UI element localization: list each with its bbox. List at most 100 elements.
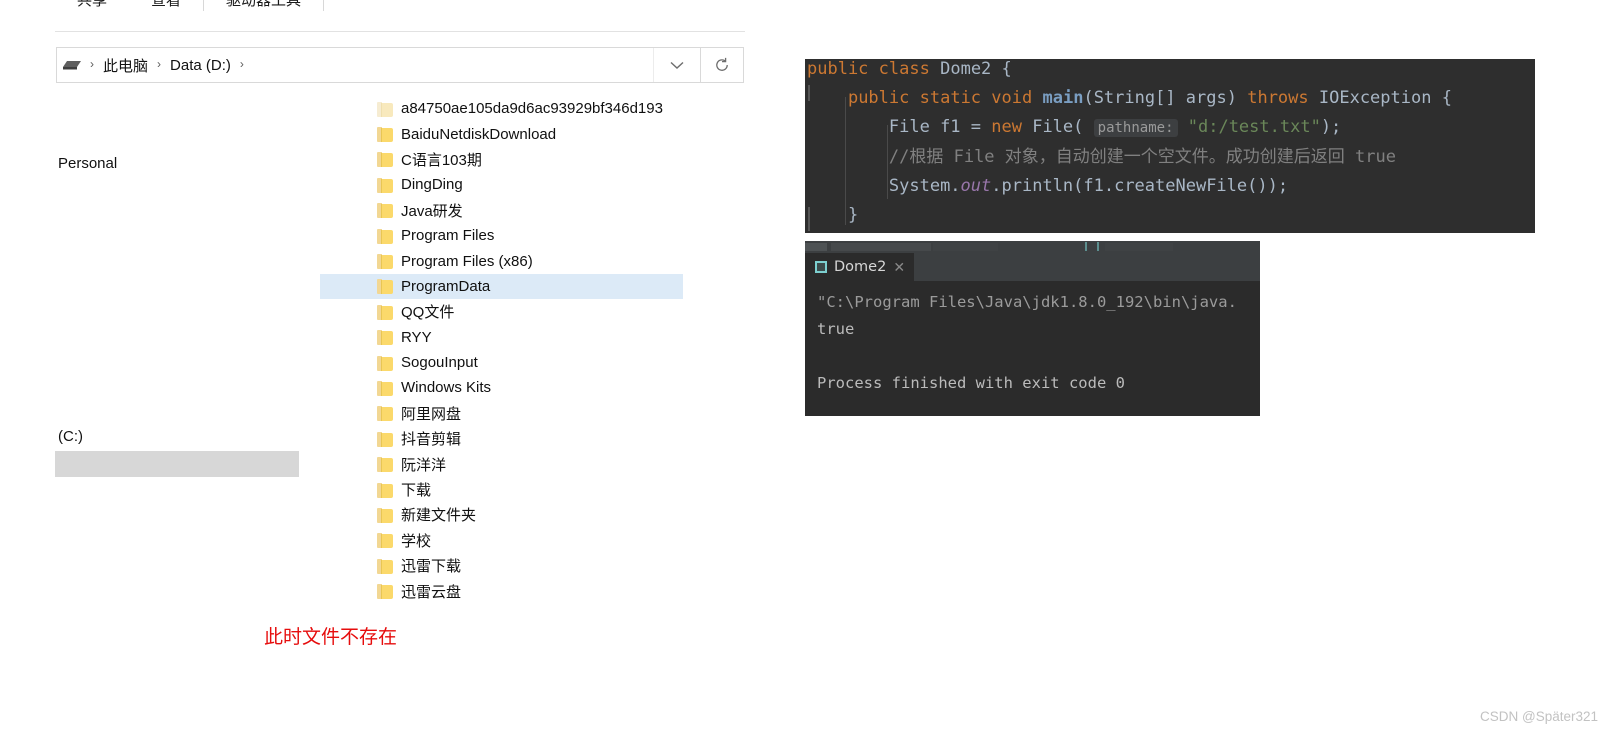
file-name: 新建文件夹 [401,507,477,525]
file-name: SogouInput [401,354,478,372]
file-list-item[interactable]: Program Files (x86) [320,248,740,273]
file-list-item[interactable]: RYY [320,325,740,350]
breadcrumb-item-data-d[interactable]: Data (D:) [166,57,235,74]
nav-item-selected-highlight[interactable] [55,451,299,477]
file-list-item[interactable]: 阿里网盘 [320,401,740,426]
folder-icon-pale [377,101,393,117]
file-list-item[interactable]: 抖音剪辑 [320,426,740,451]
code-string-path: "d:/test.txt" [1187,117,1321,137]
file-name: 迅雷云盘 [401,583,462,601]
file-list-item[interactable]: 迅雷下载 [320,553,740,578]
folder-icon [377,151,393,168]
folder-icon [377,583,393,600]
file-name: ProgramData [401,277,491,295]
file-name: Java研发 [401,202,463,220]
file-list-item[interactable]: Java研发 [320,198,740,223]
file-list-item[interactable]: 阮洋洋 [320,451,740,476]
console-tab-label: Dome2 [834,259,887,275]
nav-item-personal[interactable]: Personal [58,155,117,172]
code-kw-throws: throws [1247,88,1309,108]
file-list-item[interactable]: QQ文件 [320,299,740,324]
code-editor[interactable]: public class Dome2 { public static void … [805,59,1535,233]
file-list-item[interactable]: BaiduNetdiskDownload [320,121,740,146]
file-list[interactable]: a84750ae105da9d6ac93929bf346d193 BaiduNet… [320,96,740,604]
folder-icon [377,532,393,549]
nav-item-c-drive[interactable]: (C:) [58,428,83,445]
file-name: Program Files (x86) [401,252,533,270]
file-name: RYY [401,328,432,346]
address-bar[interactable]: › 此电脑 › Data (D:) › [56,47,744,83]
run-console-panel: Dome2 ✕ "C:\Program Files\Java\jdk1.8.0_… [805,241,1260,416]
code-brace-close: } [847,205,859,225]
code-field-out: out [960,176,992,196]
watermark: CSDN @Später321 [1479,709,1598,724]
code-comment: //根据 File 对象，自动创建一个空文件。成功创建后返回 true [888,147,1396,167]
file-list-item[interactable]: DingDing [320,172,740,197]
annotation-file-not-exist: 此时文件不存在 [264,626,398,648]
file-list-item[interactable]: C语言103期 [320,147,740,172]
refresh-icon[interactable] [700,48,743,82]
code-class-name: Dome2 [940,59,992,79]
file-name: a84750ae105da9d6ac93929bf346d193 [401,100,663,118]
ribbon-bottom-rule [55,31,745,32]
file-list-item[interactable]: 下载 [320,477,740,502]
file-name: 阮洋洋 [401,456,447,474]
console-tab-bar[interactable]: Dome2 ✕ [805,253,1260,281]
code-text: public class Dome2 { public static void … [805,59,1452,230]
file-list-item[interactable]: 新建文件夹 [320,502,740,527]
ribbon-tab-drive-tools[interactable]: 驱动器工具 [204,0,323,18]
breadcrumb-sep-1: › [157,57,162,71]
file-name: DingDing [401,176,463,194]
ribbon-tab-view[interactable]: 查看 [129,0,203,18]
code-kw-public-2: public [847,88,910,108]
close-icon[interactable]: ✕ [893,259,905,276]
code-exception-type: IOException { [1308,88,1452,108]
breadcrumb-item-this-pc[interactable]: 此电脑 [99,55,152,76]
folder-icon [377,228,393,244]
code-method-main: main [1042,88,1084,108]
code-file-ctor: File( [1021,117,1084,137]
file-list-item[interactable]: 学校 [320,528,740,553]
code-kw-class: class [878,59,930,79]
file-name: Program Files [401,227,495,245]
code-system-prefix: System. [888,176,961,196]
folder-icon [377,304,393,320]
file-name: Windows Kits [401,379,492,397]
code-kw-new: new [991,117,1022,137]
console-line-exit: Process finished with exit code 0 [817,374,1125,392]
file-list-item[interactable]: 迅雷云盘 [320,578,740,603]
ribbon-tab-bar: 共享 查看 驱动器工具 [55,0,745,31]
file-list-item[interactable]: ProgramData [320,273,683,300]
folder-icon [377,202,393,219]
folder-icon [377,380,393,396]
console-toolbar [805,241,1260,253]
folder-icon [377,431,393,447]
console-tab-dome2[interactable]: Dome2 ✕ [805,253,915,281]
folder-icon [377,405,393,422]
file-name: QQ文件 [401,304,455,322]
file-name: 下载 [401,482,432,500]
folder-icon [377,482,393,498]
breadcrumb[interactable]: › 此电脑 › Data (D:) › [87,55,653,76]
code-kw-static: static [919,88,982,108]
breadcrumb-sep-2: › [239,57,244,71]
file-name: BaiduNetdiskDownload [401,125,557,143]
ribbon-tab-share[interactable]: 共享 [55,0,129,18]
code-brace-open: { [1001,59,1012,79]
code-stmt-end: ); [1320,117,1342,137]
file-list-item[interactable]: Windows Kits [320,375,740,400]
console-line-true: true [817,320,855,338]
breadcrumb-sep-0: › [90,57,94,71]
file-list-item[interactable]: SogouInput [320,350,740,375]
folder-icon [377,329,393,346]
file-list-item[interactable]: a84750ae105da9d6ac93929bf346d193 [320,96,740,121]
file-explorer-window: 共享 查看 驱动器工具 › 此电脑 › Data (D:) › Personal… [55,0,745,648]
code-kw-void: void [991,88,1033,108]
folder-icon [377,507,393,523]
file-list-item[interactable]: Program Files [320,223,740,248]
folder-icon [377,177,393,193]
chevron-down-icon[interactable] [653,48,700,82]
ide-panel: public class Dome2 { public static void … [805,0,1610,734]
code-file-decl: File f1 = [888,117,992,137]
file-name: 阿里网盘 [401,405,462,423]
